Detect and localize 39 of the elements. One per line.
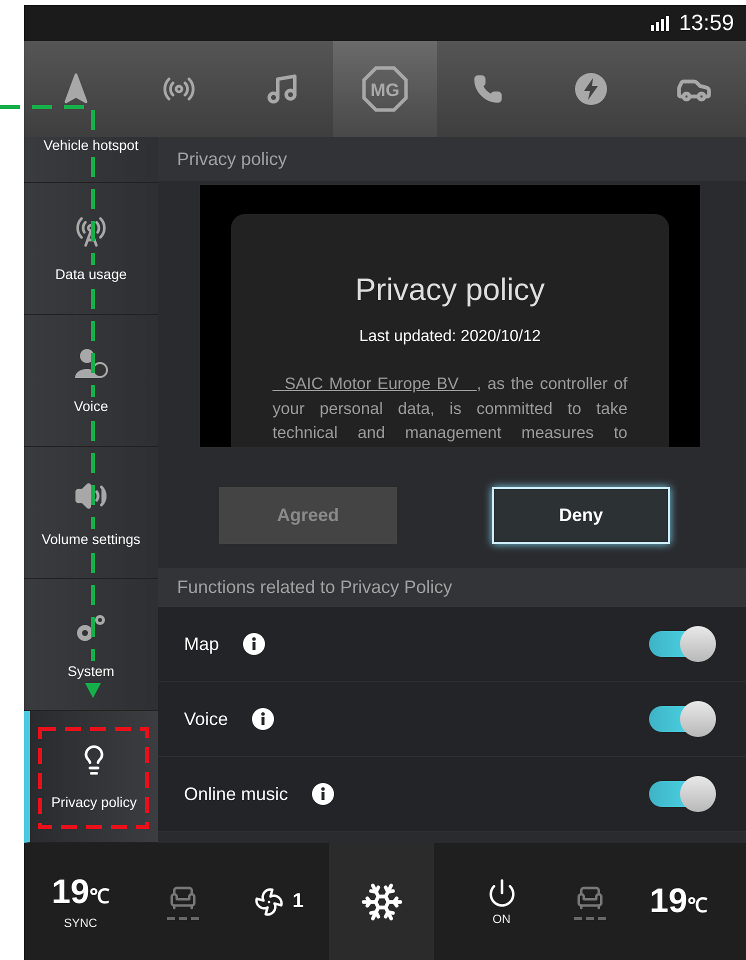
lightning-icon [574,72,608,106]
info-icon[interactable] [243,633,266,655]
sidebar-item[interactable]: Vehicle hotspot [24,137,158,183]
power-status: ON [492,912,510,926]
temperature-reading: 19℃ [52,873,110,912]
toggle-switch[interactable] [649,626,716,662]
sync-label: SYNC [64,916,98,930]
heat-level-dashes [167,917,199,920]
toggle-switch[interactable] [649,776,716,812]
signal-tower-icon [75,216,107,248]
update-date: Last updated: 2020/10/12 [359,328,541,346]
company-link[interactable]: SAIC Motor Europe BV [272,375,477,393]
fan-speed: 1 [292,890,304,913]
power-icon[interactable] [486,878,516,908]
fan-icon[interactable] [254,886,284,916]
section-header: Functions related to Privacy Policy [158,568,746,607]
section-header: Privacy policy [158,137,746,181]
function-label: Online music [184,784,288,804]
music-note-icon [264,72,299,106]
clock-time: 13:59 [678,10,734,36]
info-icon[interactable] [312,783,334,805]
user-speech-icon [74,348,108,380]
octagon-logo-icon: MG [362,66,408,112]
phone-icon [473,74,504,104]
policy-text: SAIC Motor Europe BV , as the controller of your personal data, is committed to take technical and management measures to [272,374,628,444]
deny-button[interactable]: Deny [492,487,670,544]
function-label: Map [184,634,220,654]
policy-title: Privacy policy [355,272,545,308]
sidebar-item[interactable]: System [24,579,158,711]
sidebar-item[interactable]: Volume settings [24,447,158,579]
signal-icon [650,15,671,31]
sidebar-item[interactable]: Voice [24,315,158,447]
temperature-reading: 19℃ [650,882,708,921]
heat-level-dashes [574,917,606,920]
sidebar-item[interactable]: Privacy policy [24,711,158,843]
toggle-switch[interactable] [649,701,716,737]
function-label: Voice [184,708,228,730]
info-icon[interactable] [252,708,274,730]
sidebar-item[interactable]: Data usage [24,183,158,315]
